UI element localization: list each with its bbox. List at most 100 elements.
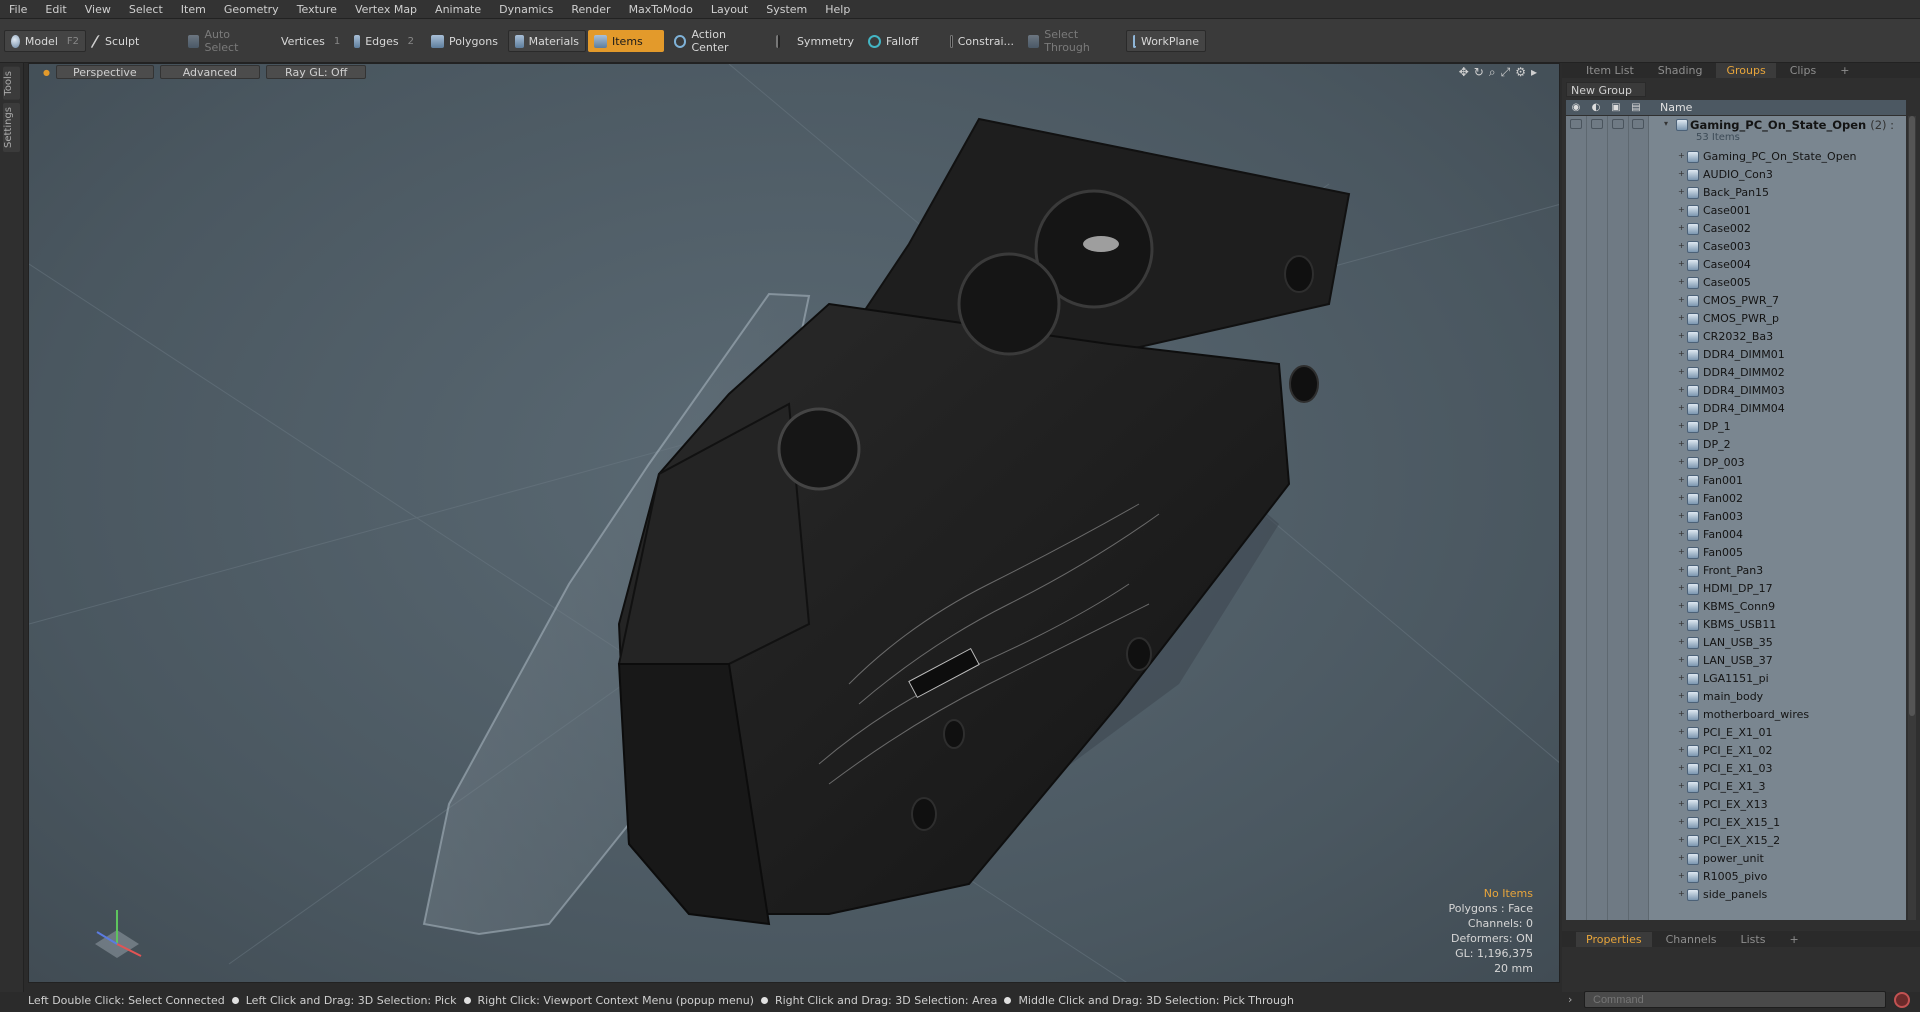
tab-item-list[interactable]: Item List [1576,63,1644,78]
group-item-row[interactable]: + CR2032_Ba3 [1566,328,1906,346]
expand-icon[interactable]: + [1678,674,1686,682]
group-item-row[interactable]: + DP_2 [1566,436,1906,454]
tab-groups[interactable]: Groups [1716,63,1776,78]
group-item-row[interactable]: + main_body [1566,688,1906,706]
expand-icon[interactable]: + [1678,206,1686,214]
menu-vertex-map[interactable]: Vertex Map [346,0,426,19]
move-view-icon[interactable]: ✥ [1459,65,1469,80]
vertices-button[interactable]: Vertices 1 [270,30,346,52]
expand-icon[interactable]: + [1678,746,1686,754]
expand-icon[interactable]: + [1678,422,1686,430]
expand-icon[interactable]: + [1678,638,1686,646]
expand-icon[interactable]: + [1678,800,1686,808]
group-item-row[interactable]: + AUDIO_Con3 [1566,166,1906,184]
tab-shading[interactable]: Shading [1648,63,1713,78]
menu-animate[interactable]: Animate [426,0,490,19]
menu-item[interactable]: Item [172,0,215,19]
group-item-row[interactable]: + Gaming_PC_On_State_Open [1566,148,1906,166]
root-lock-toggle[interactable] [1612,119,1624,129]
group-item-row[interactable]: + Fan002 [1566,490,1906,508]
auto-select-button[interactable]: Auto Select [182,28,266,54]
items-button[interactable]: Items [588,30,664,52]
falloff-button[interactable]: Falloff [862,30,942,52]
new-group-button[interactable]: New Group [1566,82,1646,97]
expand-icon[interactable]: + [1678,782,1686,790]
expand-icon[interactable]: + [1678,152,1686,160]
group-item-row[interactable]: + PCI_E_X1_02 [1566,742,1906,760]
add-tab-button[interactable]: + [1830,63,1859,78]
group-item-row[interactable]: + PCI_EX_X15_1 [1566,814,1906,832]
rotate-view-icon[interactable]: ↻ [1474,65,1484,80]
group-item-row[interactable]: + PCI_E_X1_03 [1566,760,1906,778]
group-item-row[interactable]: + DDR4_DIMM02 [1566,364,1906,382]
expand-icon[interactable]: + [1678,404,1686,412]
menu-select[interactable]: Select [120,0,172,19]
root-select-toggle[interactable] [1632,119,1644,129]
group-item-row[interactable]: + CMOS_PWR_7 [1566,292,1906,310]
group-item-row[interactable]: + Back_Pan15 [1566,184,1906,202]
action-center-button[interactable]: Action Center [668,28,768,54]
group-item-row[interactable]: + PCI_EX_X13 [1566,796,1906,814]
3d-viewport[interactable]: ● Perspective Advanced Ray GL: Off ✥ ↻ ⌕… [28,63,1560,983]
fit-view-icon[interactable]: ⤢ [1501,65,1511,80]
menu-dynamics[interactable]: Dynamics [490,0,562,19]
group-item-row[interactable]: + PCI_EX_X15_2 [1566,832,1906,850]
scrollbar-thumb[interactable] [1909,116,1915,716]
menu-maxtomodo[interactable]: MaxToModo [620,0,702,19]
view-mode-dropdown[interactable]: Perspective [55,65,154,79]
expand-icon[interactable]: + [1678,728,1686,736]
expand-icon[interactable]: + [1678,512,1686,520]
group-item-row[interactable]: + Case001 [1566,202,1906,220]
command-input[interactable] [1584,991,1886,1008]
viewport-settings-icon[interactable]: ⚙ [1515,65,1526,80]
expand-icon[interactable]: + [1678,170,1686,178]
tab-settings[interactable]: Settings [3,103,20,153]
group-item-row[interactable]: + Fan005 [1566,544,1906,562]
menu-view[interactable]: View [76,0,120,19]
group-item-row[interactable]: + Case003 [1566,238,1906,256]
expand-icon[interactable]: + [1678,854,1686,862]
group-item-row[interactable]: + Fan003 [1566,508,1906,526]
add-properties-tab-button[interactable]: + [1779,932,1808,947]
group-item-row[interactable]: + LAN_USB_37 [1566,652,1906,670]
expand-icon[interactable]: + [1678,530,1686,538]
expand-icon[interactable]: + [1678,836,1686,844]
menu-edit[interactable]: Edit [36,0,75,19]
expand-icon[interactable]: + [1678,242,1686,250]
menu-system[interactable]: System [757,0,816,19]
ray-gl-toggle[interactable]: Ray GL: Off [266,65,367,79]
group-item-row[interactable]: + Case002 [1566,220,1906,238]
group-item-row[interactable]: + DDR4_DIMM01 [1566,346,1906,364]
group-item-row[interactable]: + power_unit [1566,850,1906,868]
expand-icon[interactable]: + [1678,458,1686,466]
model-mode-button[interactable]: Model F2 [4,30,86,52]
group-item-row[interactable]: + LAN_USB_35 [1566,634,1906,652]
collapse-arrow-icon[interactable]: ▾ [1664,120,1672,128]
expand-icon[interactable]: + [1678,260,1686,268]
expand-icon[interactable]: + [1678,710,1686,718]
menu-help[interactable]: Help [816,0,859,19]
tab-channels[interactable]: Channels [1656,932,1727,947]
group-item-row[interactable]: + DDR4_DIMM04 [1566,400,1906,418]
menu-layout[interactable]: Layout [702,0,757,19]
group-item-row[interactable]: + PCI_E_X1_01 [1566,724,1906,742]
group-item-row[interactable]: + KBMS_USB11 [1566,616,1906,634]
symmetry-button[interactable]: Symmetry [770,30,860,52]
expand-icon[interactable]: + [1678,278,1686,286]
group-item-row[interactable]: + Fan004 [1566,526,1906,544]
group-item-row[interactable]: + DP_1 [1566,418,1906,436]
expand-icon[interactable]: + [1678,350,1686,358]
menu-file[interactable]: File [0,0,36,19]
sculpt-mode-button[interactable]: Sculpt [88,30,168,52]
group-item-row[interactable]: + side_panels [1566,886,1906,904]
group-item-row[interactable]: + R1005_pivo [1566,868,1906,886]
lock-column-icon[interactable]: ▣ [1606,102,1626,113]
group-item-row[interactable]: + Case005 [1566,274,1906,292]
expand-icon[interactable]: + [1678,818,1686,826]
group-item-row[interactable]: + CMOS_PWR_p [1566,310,1906,328]
menu-geometry[interactable]: Geometry [215,0,288,19]
viewport-pin-icon[interactable]: ● [43,68,50,77]
menu-texture[interactable]: Texture [288,0,346,19]
visibility-column-icon[interactable]: ◉ [1566,102,1586,113]
expand-icon[interactable]: + [1678,764,1686,772]
